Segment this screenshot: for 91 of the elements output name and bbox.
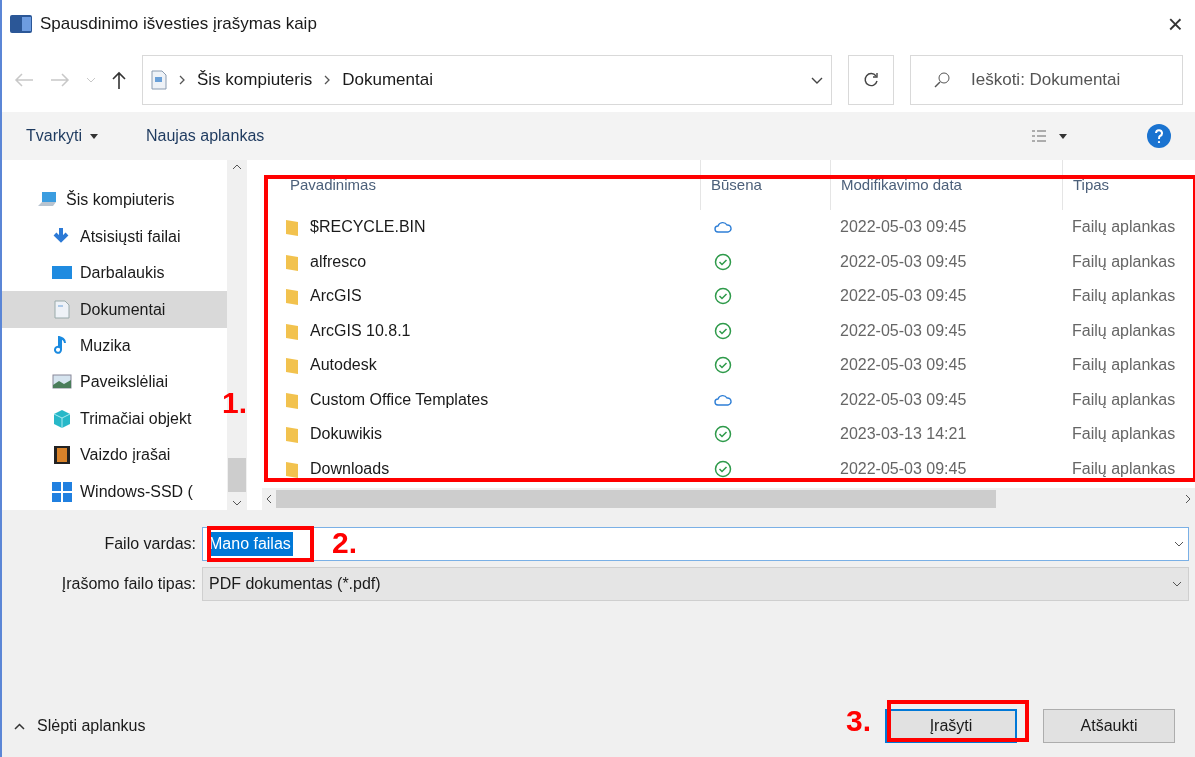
file-type: Failų aplankas [1071,355,1177,376]
document-icon [52,299,72,320]
column-header[interactable]: Būsena [700,160,830,210]
scroll-down-caret-icon [232,500,242,506]
sidebar-item[interactable]: Šis kompiuteris [2,182,227,219]
sidebar-item[interactable]: Dokumentai [2,291,227,328]
modified-date: 2022-05-03 09:45 [839,217,968,238]
file-type: Failų aplankas [1071,286,1177,307]
horizontal-scrollbar[interactable] [262,488,1195,510]
file-type: Failų aplankas [1071,320,1177,341]
scroll-right-caret-icon [1185,494,1191,504]
folder-icon [286,252,298,271]
file-type: Failų aplankas [1071,251,1177,272]
view-options-button[interactable] [1031,129,1067,143]
file-type: Failų aplankas [1071,389,1177,410]
field-label: Failo vardas: [103,534,197,554]
file-name[interactable]: alfresco [310,249,367,274]
question-mark-icon [1154,129,1164,143]
sidebar-item[interactable]: Vaizdo įrašai [2,437,227,474]
refresh-button[interactable] [848,55,894,105]
window-title: Spausdinimo išvesties įrašymas kaip [40,13,318,36]
up-arrow-icon [112,71,126,89]
folder-icon [286,425,298,444]
scrollbar-thumb[interactable] [276,490,996,508]
help-button[interactable] [1147,124,1171,148]
scroll-left-caret-icon [266,494,272,504]
sidebar-item[interactable]: Atsisiųsti failai [2,218,227,255]
caret-icon [90,133,98,139]
modified-date: 2022-05-03 09:45 [839,251,968,272]
dropdown-caret-icon [1172,581,1182,587]
scroll-up-caret-icon [232,164,242,170]
new-folder-button[interactable]: Naujas aplankas [146,124,265,148]
scrollbar-thumb[interactable] [228,458,246,492]
file-name[interactable]: $RECYCLE.BIN [310,215,426,240]
folder-icon [286,459,298,478]
organize-button[interactable]: Tvarkyti [26,124,98,148]
sidebar-item[interactable]: Muzika [2,327,227,365]
dropdown-caret-icon [1174,541,1184,547]
column-header[interactable]: Tipas [1062,160,1195,210]
modified-date: 2022-05-03 09:45 [839,355,968,376]
file-name[interactable]: Autodesk [310,353,377,378]
document-icon [151,70,167,90]
field-label: Įrašomo failo tipas: [60,574,197,594]
file-name[interactable]: ArcGIS 10.8.1 [310,318,411,343]
modified-date: 2022-05-03 09:45 [839,320,968,341]
modified-date: 2022-05-03 09:45 [839,389,968,410]
file-type: Failų aplankas [1071,217,1177,238]
search-field[interactable]: Ieškoti: Dokumentai [910,55,1183,105]
hide-folders-button[interactable]: Slėpti aplankus [14,714,146,738]
annotation-number: 3. [846,706,872,736]
sidebar-item[interactable]: Darbalaukis [2,254,227,292]
column-header[interactable]: Pavadinimas [280,160,700,210]
file-name[interactable]: Custom Office Templates [310,387,489,412]
column-header[interactable]: Modifikavimo data [830,160,1062,210]
folder-icon [286,390,298,409]
word-logo-icon [10,14,32,34]
refresh-icon [863,72,879,88]
breadcrumb-item[interactable]: Dokumentai [342,67,433,93]
file-type: Failų aplankas [1071,424,1177,445]
caret-up-icon [14,722,25,730]
file-type-dropdown[interactable]: PDF dokumentas (*.pdf) [202,567,1189,601]
windows-drive-icon [52,481,72,502]
address-bar[interactable]: Šis kompiuteris Dokumentai [142,55,832,105]
file-name[interactable]: ArcGIS [310,284,362,309]
back-arrow-icon [14,73,34,87]
file-name[interactable]: Downloads [310,456,390,481]
file-name[interactable]: Dokuwikis [310,422,382,447]
list-view-icon [1031,129,1047,143]
close-button[interactable]: × [1167,11,1183,37]
dropdown-caret-icon [86,77,96,83]
folder-icon [286,218,298,237]
dialog-button[interactable]: Atšaukti [1043,709,1175,743]
modified-date: 2022-05-03 09:45 [839,286,968,307]
chevron-icon [324,75,331,85]
cube-icon [52,408,72,429]
folder-icon [286,287,298,306]
file-type: Failų aplankas [1071,458,1177,479]
modified-date: 2023-03-13 14:21 [839,424,968,445]
caret-icon [1059,133,1067,139]
search-icon [934,72,950,88]
annotation-number: 1. [222,388,248,418]
sidebar-item[interactable]: Windows-SSD ( [2,473,227,510]
film-strip-icon [52,445,72,466]
forward-arrow-icon [50,73,70,87]
modified-date: 2022-05-03 09:45 [839,458,968,479]
folder-icon [286,356,298,375]
dropdown-caret-icon [811,76,823,84]
chevron-icon [179,75,185,85]
annotation-number: 2. [332,528,358,558]
breadcrumb-item[interactable]: Šis kompiuteris [197,67,313,93]
folder-icon [286,321,298,340]
